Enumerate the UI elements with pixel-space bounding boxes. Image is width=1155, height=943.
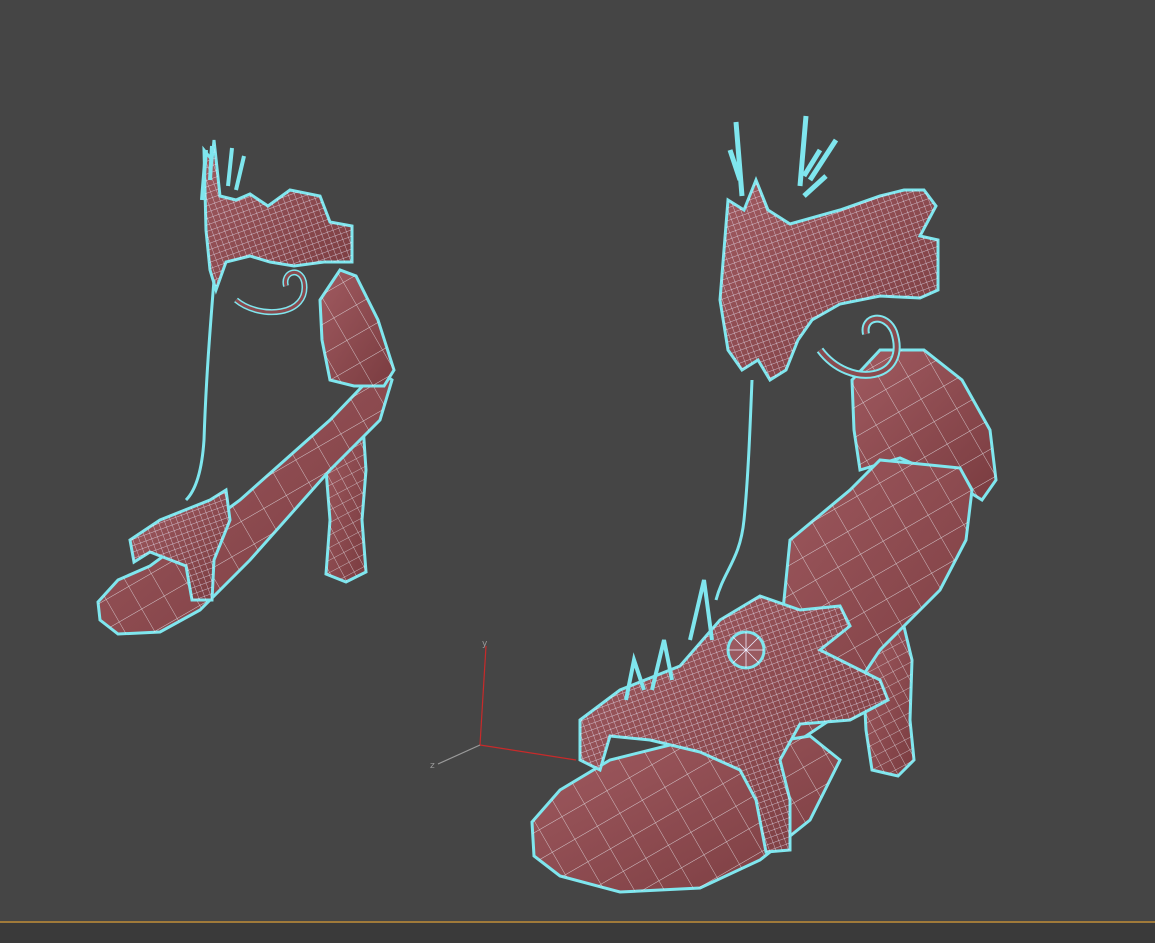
axis-x-line xyxy=(479,744,577,761)
viewport-scene[interactable]: y z xyxy=(0,0,1155,921)
shoe-left-chain xyxy=(184,279,216,502)
axis-z-line xyxy=(437,744,481,765)
status-strip xyxy=(0,923,1155,943)
axis-y-line xyxy=(479,645,487,746)
shoe-right-antlers xyxy=(727,115,839,198)
axis-z-label: z xyxy=(430,761,435,771)
axis-y-label: y xyxy=(482,639,488,649)
shoe-right-chain xyxy=(714,379,754,601)
3d-viewport[interactable]: y z xyxy=(0,0,1155,921)
shoe-left-model[interactable] xyxy=(96,139,396,636)
shoe-right-swirl xyxy=(816,314,901,379)
shoe-right-model[interactable] xyxy=(530,115,998,894)
axis-gizmo: y z xyxy=(430,639,577,771)
